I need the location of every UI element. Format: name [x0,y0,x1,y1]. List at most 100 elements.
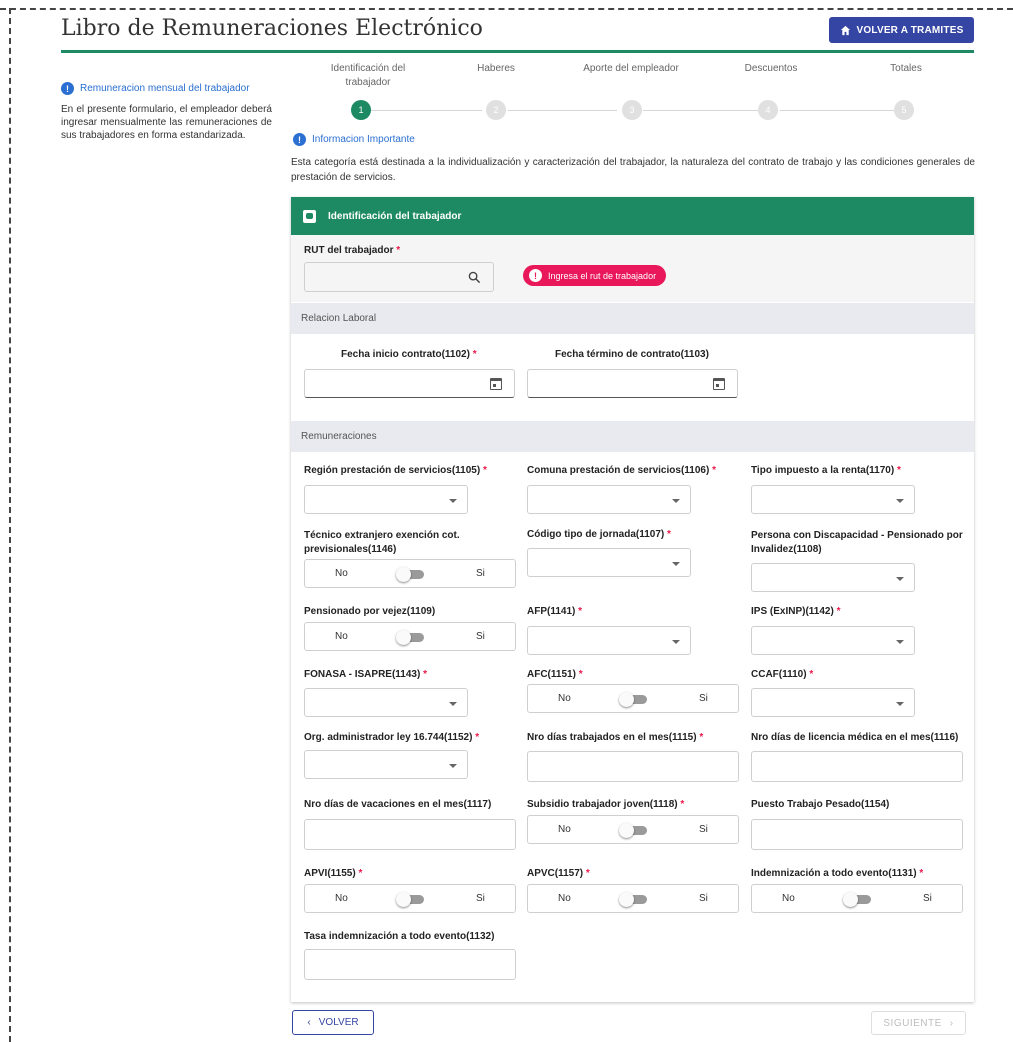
ccaf-select[interactable] [751,688,915,717]
sidebar-description: En el presente formulario, el empleador … [61,104,272,141]
fecha-inicio-label: Fecha inicio contrato(1102) * [341,349,477,360]
chevron-down-icon [449,702,457,706]
rut-label: RUT del trabajador * [304,245,401,256]
chevron-right-icon: › [949,1017,954,1029]
chevron-down-icon [896,640,904,644]
codigo-jornada-select[interactable] [527,548,691,577]
calendar-icon[interactable] [713,378,725,390]
step-3-indicator[interactable]: 3 [622,100,642,120]
subsidio-joven-toggle[interactable]: No Si [527,815,739,844]
chevron-down-icon [449,764,457,768]
apvc-toggle[interactable]: No Si [527,884,739,913]
chevron-down-icon [449,499,457,503]
id-badge-icon [303,209,316,223]
puesto-pesado-input[interactable] [751,819,963,850]
dias-licencia-input[interactable] [751,751,963,782]
section-relacion-laboral: Relacion Laboral [291,303,974,334]
tecnico-extranjero-toggle[interactable]: No Si [304,559,516,588]
chevron-down-icon [896,702,904,706]
step-connector [643,110,758,111]
pensionado-vejez-label: Pensionado por vejez(1109) [304,606,436,617]
siguiente-button[interactable]: SIGUIENTE › [871,1011,966,1035]
toggle-si-label: Si [699,824,708,835]
toggle-knob[interactable] [396,630,411,645]
toggle-no-label: No [335,631,348,642]
afp-select[interactable] [527,626,691,655]
info-icon: ! [293,133,306,146]
region-select[interactable] [304,485,468,514]
toggle-knob[interactable] [619,823,634,838]
apvi-toggle[interactable]: No Si [304,884,516,913]
stepper: Identificación del trabajador Haberes Ap… [291,60,974,124]
step-2-indicator[interactable]: 2 [486,100,506,120]
frame-border-top [0,8,1013,10]
org-admin-label: Org. administrador ley 16.744(1152) * [304,732,480,743]
step-connector [508,110,617,111]
fecha-termino-label: Fecha término de contrato(1103) [555,349,709,360]
comuna-select[interactable] [527,485,691,514]
rut-section: RUT del trabajador * ! Ingresa el rut de… [291,235,974,302]
info-icon: ! [61,82,74,95]
rut-error-badge: ! Ingresa el rut de trabajador [523,265,667,286]
dias-vacaciones-input[interactable] [304,819,516,850]
indemnizacion-toggle[interactable]: No Si [751,884,963,913]
sidebar-heading: ! Remuneracion mensual del trabajador [61,82,250,95]
toggle-knob[interactable] [843,892,858,907]
page-title: Libro de Remuneraciones Electrónico [61,16,483,41]
toggle-knob[interactable] [396,892,411,907]
chevron-left-icon: ‹ [307,1017,311,1028]
ccaf-label: CCAF(1110) * [751,669,814,680]
fecha-termino-input[interactable] [527,369,738,398]
step-5-indicator[interactable]: 5 [894,100,914,120]
worker-identification-card: Identificación del trabajador RUT del tr… [291,197,974,1002]
toggle-no-label: No [558,693,571,704]
apvi-label: APVI(1155) * [304,868,363,879]
title-divider [61,50,974,53]
puesto-pesado-label: Puesto Trabajo Pesado(1154) [751,799,890,810]
fonasa-label: FONASA - ISAPRE(1143) * [304,669,428,680]
calendar-icon[interactable] [490,378,502,390]
rut-input[interactable] [304,262,494,292]
dias-trabajados-input[interactable] [527,751,739,782]
siguiente-label: SIGUIENTE [883,1017,942,1029]
discapacidad-select[interactable] [751,563,915,592]
tasa-indemnizacion-label: Tasa indemnización a todo evento(1132) [304,931,495,942]
step-label-4: Descuentos [744,63,798,74]
chevron-down-icon [896,499,904,503]
fecha-inicio-input[interactable] [304,369,515,398]
step-label-2: Haberes [477,63,515,74]
search-icon [468,271,481,284]
info-description: Esta categoría está destinada a la indiv… [291,157,975,183]
toggle-no-label: No [335,893,348,904]
ips-label: IPS (ExINP)(1142) * [751,606,841,617]
step-label-3: Aporte del empleador [583,63,679,74]
tecnico-extranjero-label: Técnico extranjero exención cot. previsi… [304,530,460,555]
chevron-down-icon [896,577,904,581]
home-icon [840,25,850,35]
chevron-down-icon [672,499,680,503]
tasa-indemnizacion-input[interactable] [304,949,516,980]
card-header: Identificación del trabajador [291,197,974,235]
toggle-knob[interactable] [396,567,411,582]
info-heading: ! Informacion Importante [293,133,415,146]
pensionado-vejez-toggle[interactable]: No Si [304,622,516,651]
afc-label: AFC(1151) * [527,669,583,680]
tipo-impuesto-select[interactable] [751,485,915,514]
org-admin-select[interactable] [304,750,468,779]
step-1-indicator[interactable]: 1 [351,100,371,120]
back-to-tramites-button[interactable]: VOLVER A TRAMITES [829,17,974,43]
subsidio-joven-label: Subsidio trabajador joven(1118) * [527,799,685,810]
discapacidad-label: Persona con Discapacidad - Pensionado po… [751,530,963,555]
toggle-knob[interactable] [619,892,634,907]
toggle-si-label: Si [476,631,485,642]
region-label: Región prestación de servicios(1105) * [304,465,487,476]
ips-select[interactable] [751,626,915,655]
afc-toggle[interactable]: No Si [527,684,739,713]
step-4-indicator[interactable]: 4 [758,100,778,120]
comuna-label: Comuna prestación de servicios(1106) * [527,465,716,476]
volver-button[interactable]: ‹ VOLVER [292,1010,374,1035]
toggle-no-label: No [782,893,795,904]
toggle-knob[interactable] [619,692,634,707]
tipo-impuesto-label: Tipo impuesto a la renta(1170) * [751,465,901,476]
fonasa-select[interactable] [304,688,468,717]
